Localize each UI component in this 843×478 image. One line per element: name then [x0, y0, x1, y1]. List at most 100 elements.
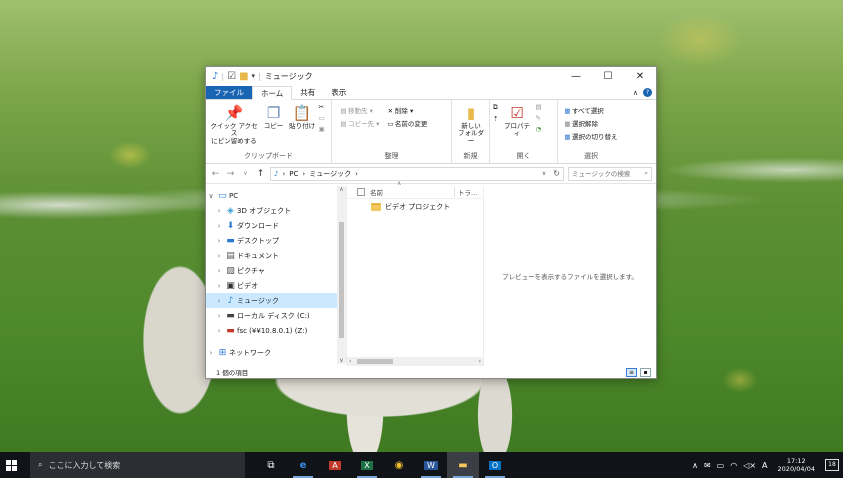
- scroll-up-arrow-icon[interactable]: ∧: [337, 186, 346, 193]
- scroll-left-arrow-icon[interactable]: ‹: [349, 357, 351, 366]
- scrollbar-thumb[interactable]: [357, 359, 393, 364]
- customize-toolbar-chevron-icon[interactable]: ▾: [252, 73, 256, 80]
- windows-start-icon[interactable]: [6, 459, 20, 471]
- excel-icon[interactable]: X: [351, 452, 383, 478]
- search-box[interactable]: ⌕: [568, 166, 652, 181]
- task-view-icon[interactable]: ⧉: [255, 452, 287, 478]
- nav-item-network[interactable]: › ⊞ ネットワーク: [206, 345, 346, 360]
- nav-item-pc[interactable]: ∨ ▭ PC: [206, 188, 346, 203]
- nav-item-documents[interactable]: › ▤ ドキュメント: [206, 248, 346, 263]
- help-icon[interactable]: ?: [643, 88, 652, 97]
- details-view-icon[interactable]: ≡: [626, 367, 637, 377]
- copy-path-icon[interactable]: ▭: [319, 114, 325, 122]
- chevron-up-icon[interactable]: ∧: [633, 89, 638, 97]
- scroll-down-arrow-icon[interactable]: ∨: [337, 357, 346, 364]
- chevron-right-icon[interactable]: ›: [214, 327, 224, 335]
- chevron-right-icon[interactable]: ›: [214, 252, 224, 260]
- scroll-right-arrow-icon[interactable]: ›: [479, 357, 481, 366]
- recent-locations-chevron-icon[interactable]: ∨: [240, 170, 251, 177]
- file-row[interactable]: ビデオ プロジェクト: [347, 199, 483, 214]
- tab-file[interactable]: ファイル: [206, 86, 252, 99]
- easy-access-icon[interactable]: ⇡: [493, 115, 498, 123]
- navigation-pane: ∨ ▭ PC › ◈ 3D オブジェクト › ⬇ ダウンロード › ▬ デスクト…: [206, 186, 347, 366]
- search-input[interactable]: [572, 169, 638, 178]
- ime-indicator[interactable]: A: [762, 461, 767, 470]
- tab-share[interactable]: 共有: [292, 86, 323, 99]
- select-none-button[interactable]: ▦選択解除: [563, 118, 618, 128]
- chevron-right-icon[interactable]: ›: [214, 267, 224, 275]
- clock[interactable]: 17:12 2020/04/04: [774, 457, 819, 473]
- nav-item-network-drive[interactable]: › ▬ fsc (¥¥10.8.0.1) (Z:): [206, 323, 346, 338]
- battery-icon[interactable]: ▭: [717, 461, 725, 470]
- chevron-right-icon[interactable]: ›: [214, 222, 224, 230]
- edge-icon[interactable]: e: [287, 452, 319, 478]
- tab-home[interactable]: ホーム: [252, 86, 293, 100]
- new-folder-icon[interactable]: ■: [239, 71, 248, 82]
- chevron-right-icon[interactable]: ›: [206, 349, 216, 357]
- large-icons-view-icon[interactable]: ▪: [640, 367, 651, 377]
- maximize-button[interactable]: ☐: [592, 67, 624, 86]
- cut-icon[interactable]: ✂: [319, 103, 325, 111]
- new-folder-button[interactable]: ▮ 新しい フォルダー: [455, 103, 487, 145]
- mail-icon[interactable]: ✉: [704, 461, 711, 470]
- search-icon[interactable]: ⌕: [644, 169, 648, 178]
- copy-button[interactable]: ❐ コピー: [262, 103, 286, 130]
- nav-item-local-disk[interactable]: › ▬ ローカル ディスク (C:): [206, 308, 346, 323]
- rename-button[interactable]: ▭名前の変更: [386, 118, 427, 128]
- address-dropdown-chevron-icon[interactable]: ∨: [542, 170, 546, 177]
- chevron-down-icon[interactable]: ∨: [206, 192, 216, 200]
- nav-item-music[interactable]: › ♪ ミュージック: [206, 293, 346, 308]
- chevron-right-icon[interactable]: ›: [214, 282, 224, 290]
- nav-item-pictures[interactable]: › ▨ ピクチャ: [206, 263, 346, 278]
- paste-button[interactable]: 📋 貼り付け: [288, 103, 316, 130]
- delete-button[interactable]: ✕ 削除 ▾: [386, 105, 428, 115]
- open-icon[interactable]: ▤: [536, 103, 542, 111]
- address-bar[interactable]: ♪ › PC › ミュージック › ∨ ↻: [270, 166, 564, 181]
- nav-item-label: デスクトップ: [237, 236, 279, 245]
- file-list-horizontal-scrollbar[interactable]: ‹ ›: [347, 357, 483, 366]
- move-to-button[interactable]: ▤移動先 ▾: [339, 105, 379, 115]
- history-icon[interactable]: ◔: [536, 125, 542, 133]
- word-icon[interactable]: W: [415, 452, 447, 478]
- volume-icon[interactable]: ◁×: [743, 461, 756, 470]
- paste-shortcut-icon[interactable]: ▣: [319, 125, 325, 133]
- up-arrow-icon[interactable]: ↑: [255, 169, 266, 179]
- breadcrumb-music[interactable]: ミュージック: [309, 169, 351, 179]
- properties-check-icon[interactable]: ☑: [227, 71, 236, 82]
- nav-item-desktop[interactable]: › ▬ デスクトップ: [206, 233, 346, 248]
- breadcrumb-pc[interactable]: PC: [289, 170, 298, 178]
- scrollbar-thumb[interactable]: [339, 222, 344, 338]
- show-hidden-icons-chevron-icon[interactable]: ∧: [692, 461, 698, 470]
- nav-item-3d-objects[interactable]: › ◈ 3D オブジェクト: [206, 203, 346, 218]
- copy-to-button[interactable]: ▤コピー先 ▾: [339, 118, 379, 128]
- outlook-icon[interactable]: O: [479, 452, 511, 478]
- nav-pane-scrollbar[interactable]: ∧ ∨: [337, 186, 346, 364]
- select-all-checkbox[interactable]: [357, 188, 365, 196]
- tab-view[interactable]: 表示: [323, 86, 354, 99]
- minimize-button[interactable]: —: [560, 67, 592, 86]
- properties-button[interactable]: ☑ プロパティ: [501, 103, 533, 138]
- chevron-right-icon[interactable]: ›: [214, 237, 224, 245]
- chrome-icon[interactable]: ◉: [383, 452, 415, 478]
- taskbar-search-box[interactable]: ⌕ ここに入力して検索: [30, 452, 245, 478]
- back-arrow-icon[interactable]: ←: [210, 169, 221, 179]
- nav-item-downloads[interactable]: › ⬇ ダウンロード: [206, 218, 346, 233]
- refresh-icon[interactable]: ↻: [553, 169, 560, 178]
- pin-quick-access-button[interactable]: 📌 クイック アクセス にピン留めする: [209, 103, 259, 145]
- column-header-name[interactable]: ∧ 名前: [370, 180, 454, 197]
- edit-icon[interactable]: ✎: [536, 114, 542, 122]
- wifi-icon[interactable]: ◠: [730, 461, 737, 470]
- forward-arrow-icon[interactable]: →: [225, 169, 236, 179]
- new-item-icon[interactable]: ⧉: [493, 103, 498, 112]
- chevron-right-icon[interactable]: ›: [214, 207, 224, 215]
- invert-selection-button[interactable]: ▦選択の切り替え: [563, 131, 617, 141]
- select-all-button[interactable]: ▦すべて選択: [563, 105, 618, 115]
- close-button[interactable]: ✕: [624, 67, 656, 86]
- nav-item-videos[interactable]: › ▣ ビデオ: [206, 278, 346, 293]
- file-explorer-icon[interactable]: ▬: [447, 452, 479, 478]
- acrobat-icon[interactable]: A: [319, 452, 351, 478]
- chevron-right-icon[interactable]: ›: [214, 297, 224, 305]
- chevron-right-icon[interactable]: ›: [214, 312, 224, 320]
- notification-center-icon[interactable]: 18: [825, 459, 839, 471]
- column-header-type[interactable]: トラ...: [454, 187, 477, 197]
